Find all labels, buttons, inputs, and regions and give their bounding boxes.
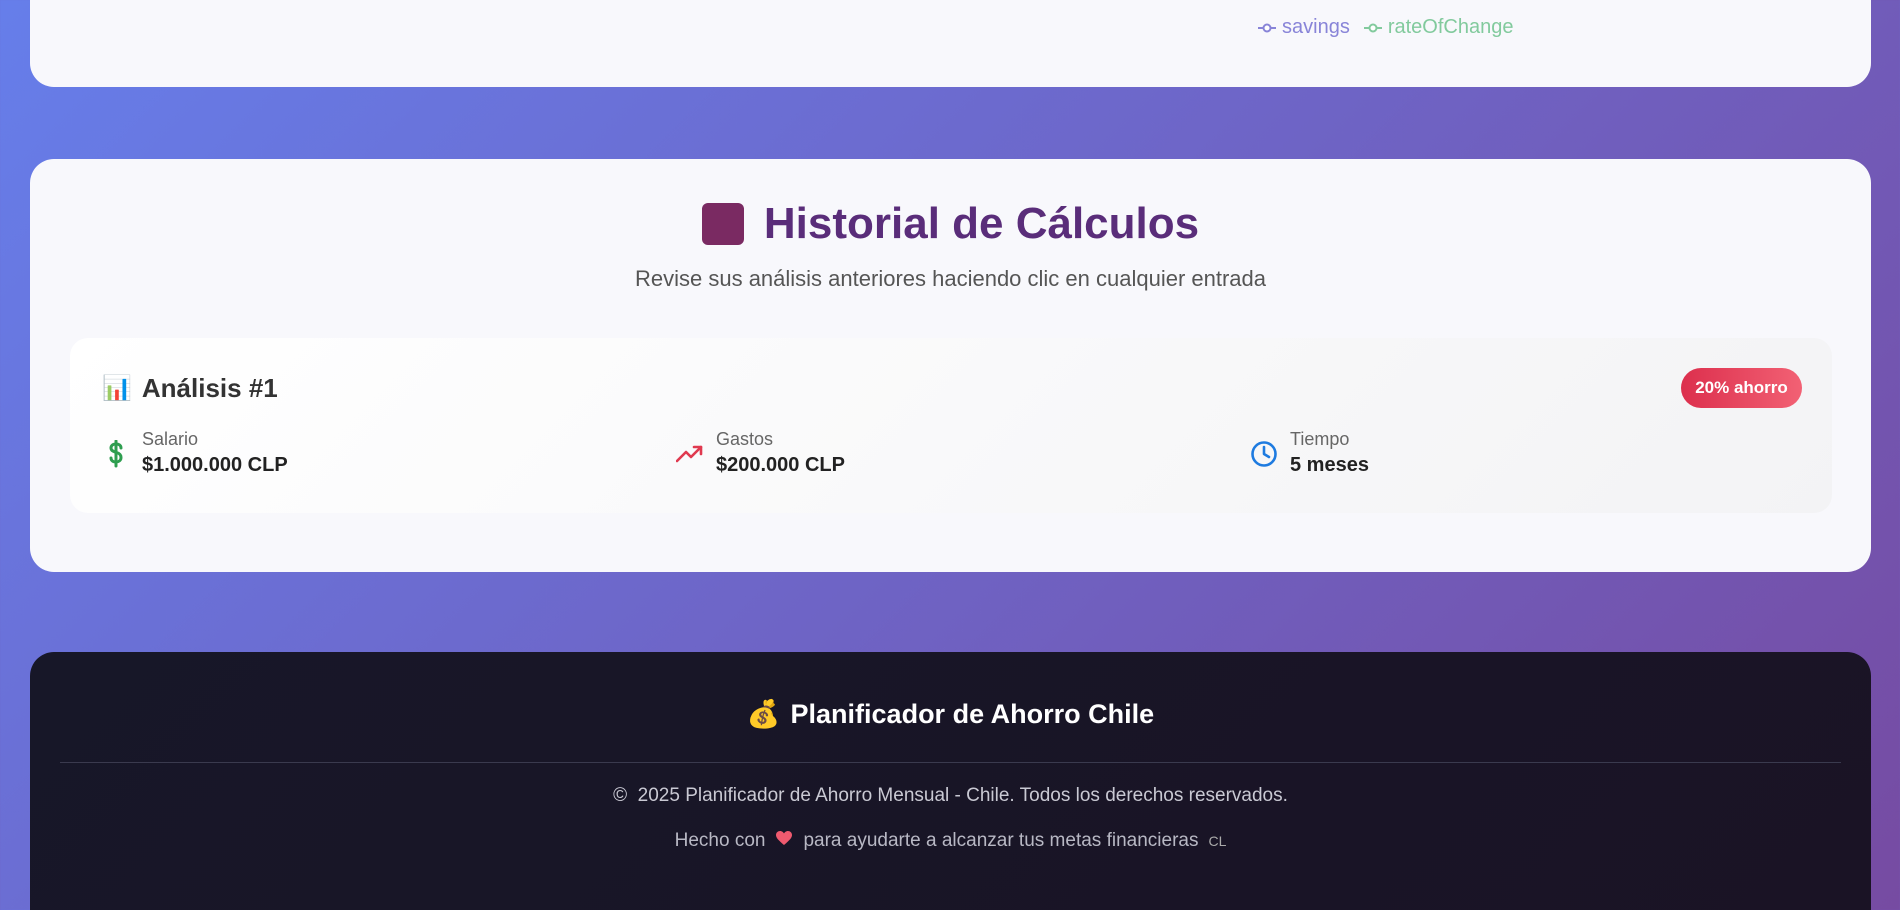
time-label: Tiempo bbox=[1290, 429, 1350, 449]
bar-chart-icon: 📊 bbox=[102, 375, 132, 402]
chart-card: savings rateOfChange bbox=[30, 0, 1871, 87]
metric-expenses: Gastos $200.000 CLP bbox=[676, 428, 845, 479]
chile-flag-icon: CL bbox=[1208, 833, 1227, 849]
footer-made-with: Hecho con para ayudarte a alcanzar tus m… bbox=[30, 830, 1871, 852]
metric-time: Tiempo 5 meses bbox=[1250, 428, 1369, 479]
footer-title-text: Planificador de Ahorro Chile bbox=[790, 698, 1155, 729]
savings-badge: 20% ahorro bbox=[1681, 368, 1802, 408]
expenses-value: $200.000 CLP bbox=[716, 454, 845, 477]
line-marker-icon bbox=[1363, 23, 1382, 32]
chart-legend: savings rateOfChange bbox=[1258, 16, 1513, 39]
legend-label: savings bbox=[1282, 16, 1350, 38]
made-prefix: Hecho con bbox=[674, 830, 766, 851]
history-square-icon bbox=[701, 203, 744, 245]
footer-title: 💰 Planificador de Ahorro Chile bbox=[30, 698, 1871, 730]
made-suffix: para ayudarte a alcanzar tus metas finan… bbox=[803, 830, 1199, 851]
entry-name: Análisis #1 bbox=[141, 373, 278, 403]
expenses-label: Gastos bbox=[716, 429, 774, 449]
history-header: Historial de Cálculos bbox=[30, 199, 1871, 249]
footer: 💰 Planificador de Ahorro Chile © 2025 Pl… bbox=[30, 652, 1871, 910]
legend-label: rateOfChange bbox=[1387, 16, 1514, 38]
metric-salary: Salario $1.000.000 CLP bbox=[102, 428, 288, 479]
copyright-text: 2025 Planificador de Ahorro Mensual - Ch… bbox=[637, 785, 1288, 806]
footer-copyright: © 2025 Planificador de Ahorro Mensual - … bbox=[30, 785, 1871, 807]
history-card: Historial de Cálculos Revise sus análisi… bbox=[30, 159, 1871, 572]
legend-item-savings[interactable]: savings bbox=[1258, 16, 1350, 39]
salary-label: Salario bbox=[142, 429, 199, 449]
legend-item-rate-of-change[interactable]: rateOfChange bbox=[1363, 16, 1514, 39]
history-title: Historial de Cálculos bbox=[763, 199, 1200, 248]
entry-header: 📊 Análisis #1 bbox=[102, 373, 278, 404]
money-bag-icon: 💰 bbox=[746, 699, 781, 729]
line-marker-icon bbox=[1258, 23, 1276, 32]
clock-icon bbox=[1250, 440, 1278, 468]
footer-divider bbox=[60, 762, 1841, 763]
history-subtitle: Revise sus análisis anteriores haciendo … bbox=[634, 266, 1267, 291]
history-entry[interactable]: 📊 Análisis #1 20% ahorro Salario $1.000.… bbox=[70, 338, 1832, 513]
time-value: 5 meses bbox=[1290, 454, 1369, 477]
salary-value: $1.000.000 CLP bbox=[142, 454, 288, 477]
copyright-icon: © bbox=[613, 785, 638, 806]
dollar-icon bbox=[102, 439, 130, 468]
trending-up-icon bbox=[676, 440, 704, 468]
heart-icon bbox=[775, 830, 793, 852]
